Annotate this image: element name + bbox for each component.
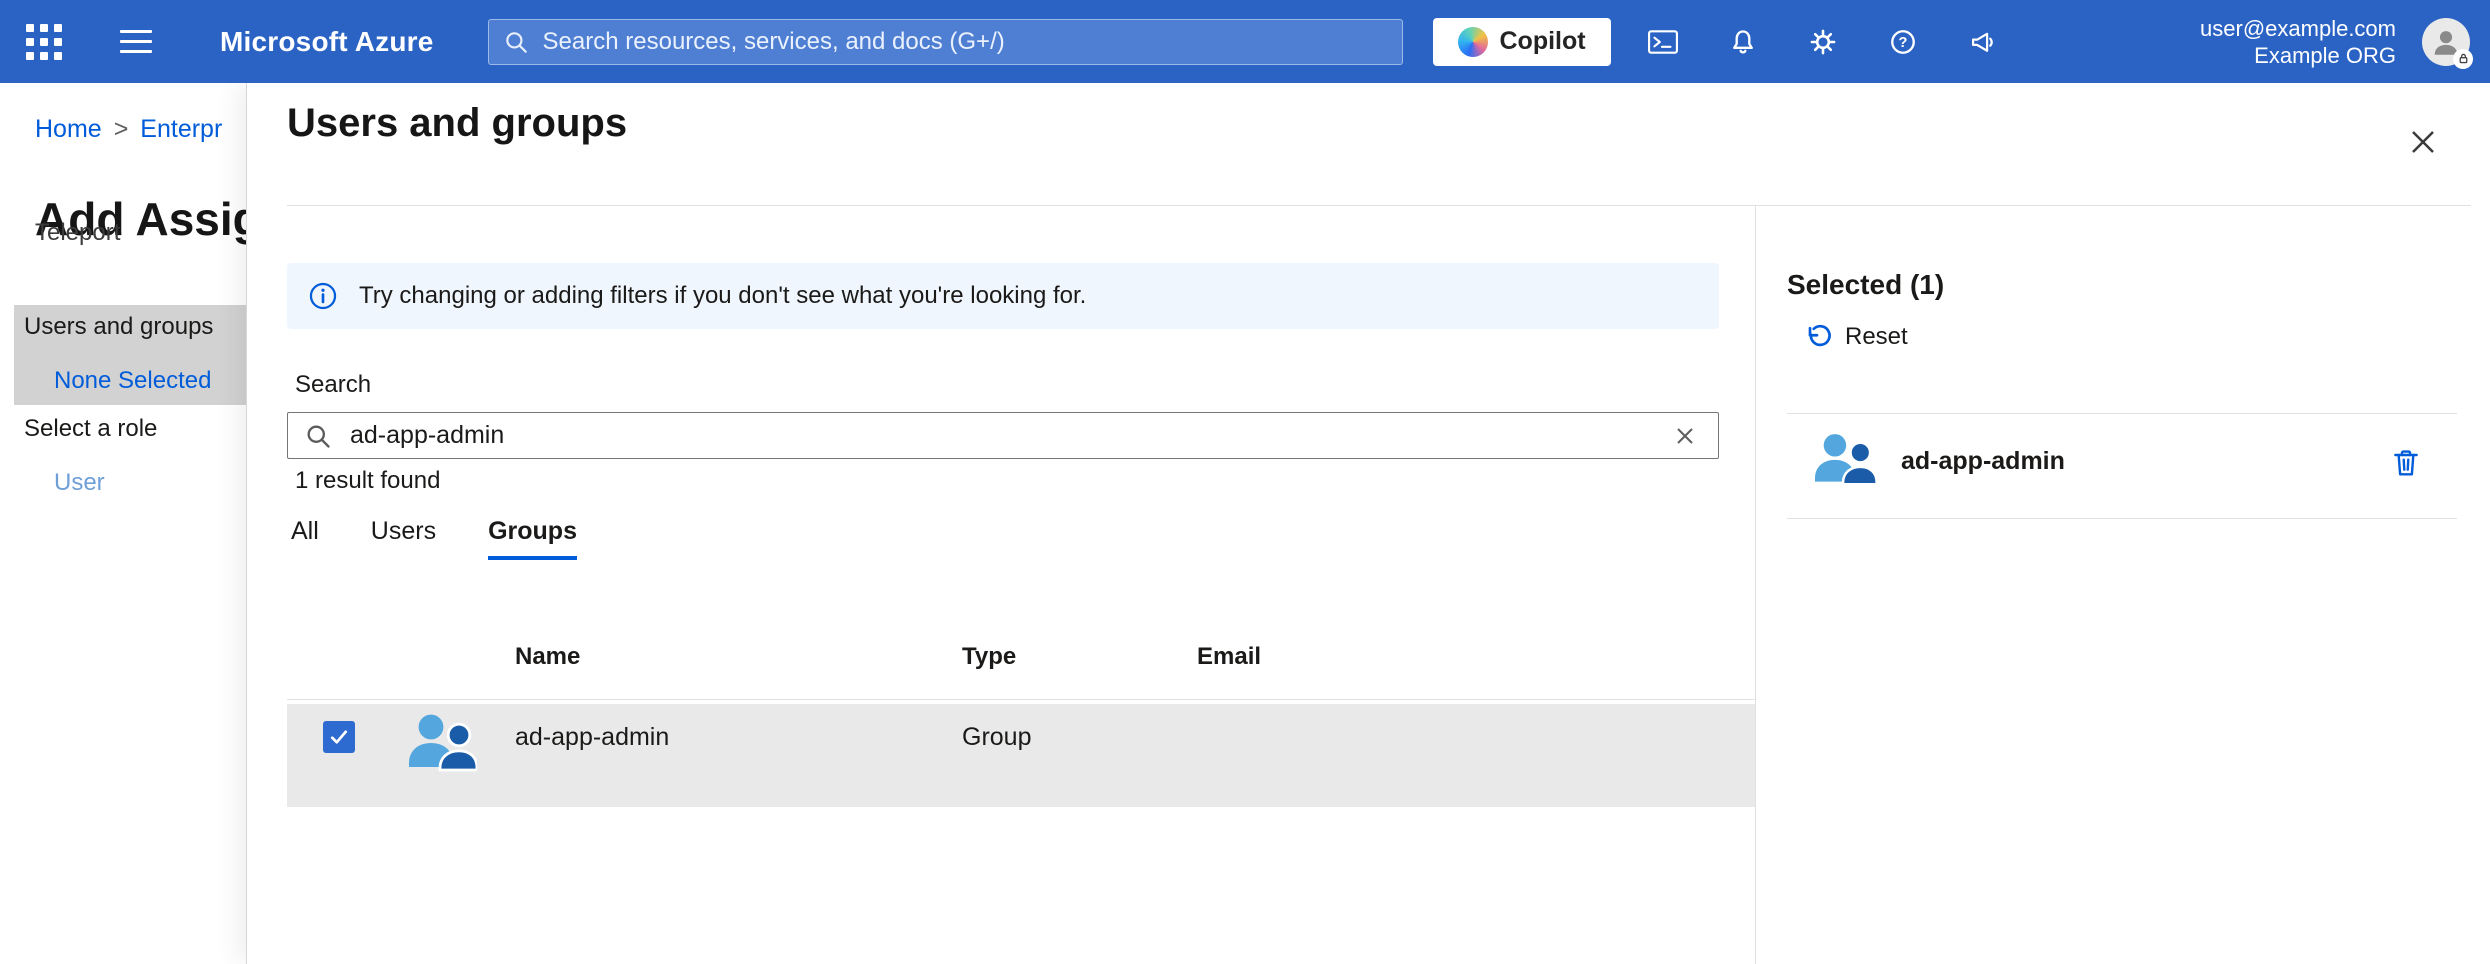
clear-x-icon <box>1673 424 1697 448</box>
table-header-divider <box>287 699 1755 700</box>
lock-icon <box>2453 49 2473 69</box>
trash-icon <box>2390 447 2422 479</box>
panel-search-box[interactable] <box>287 412 1719 459</box>
row-checkbox[interactable] <box>323 721 355 753</box>
bell-icon <box>1729 28 1757 56</box>
result-count: 1 result found <box>295 467 440 495</box>
column-header-name: Name <box>515 643 580 671</box>
hamburger-bars-icon <box>120 30 152 53</box>
users-groups-label: Users and groups <box>24 313 213 341</box>
breadcrumb-home-link[interactable]: Home <box>35 115 102 143</box>
search-label: Search <box>295 371 371 399</box>
checkmark-icon <box>327 725 351 749</box>
azure-top-bar: Microsoft Azure Copilot <box>0 0 2490 83</box>
row-name-cell: ad-app-admin <box>515 723 669 752</box>
group-icon <box>405 709 477 778</box>
global-search-input[interactable] <box>541 27 1388 57</box>
help-icon[interactable]: ? <box>1875 14 1931 70</box>
brand-title[interactable]: Microsoft Azure <box>220 26 434 58</box>
select-role-label: Select a role <box>24 415 157 443</box>
tab-users[interactable]: Users <box>371 517 436 560</box>
row-type-cell: Group <box>962 723 1031 752</box>
svg-text:?: ? <box>1898 35 1907 51</box>
waffle-grid-icon <box>26 24 62 60</box>
account-info[interactable]: user@example.com Example ORG <box>2200 15 2396 69</box>
remove-selected-button[interactable] <box>2386 443 2426 483</box>
selected-count-title: Selected (1) <box>1787 269 1944 301</box>
account-email: user@example.com <box>2200 15 2396 42</box>
page-subtitle: Teleport <box>35 219 120 247</box>
gear-icon <box>1809 28 1837 56</box>
reset-button[interactable]: Reset <box>1803 323 1908 351</box>
copilot-label: Copilot <box>1500 27 1586 56</box>
feedback-megaphone-icon[interactable] <box>1955 14 2011 70</box>
question-icon: ? <box>1889 28 1917 56</box>
column-header-email: Email <box>1197 643 1261 671</box>
title-divider <box>287 205 2471 206</box>
tab-groups[interactable]: Groups <box>488 517 577 560</box>
undo-reset-icon <box>1803 323 1831 351</box>
panel-title: Users and groups <box>287 101 627 146</box>
global-search[interactable] <box>488 19 1403 65</box>
clear-search-button[interactable] <box>1668 419 1702 453</box>
cloud-shell-icon[interactable] <box>1635 14 1691 70</box>
info-icon <box>309 282 337 310</box>
close-panel-button[interactable] <box>2401 120 2445 164</box>
users-groups-none-selected-link[interactable]: None Selected <box>54 367 211 395</box>
tab-all[interactable]: All <box>291 517 319 560</box>
column-header-type: Type <box>962 643 1016 671</box>
copilot-button[interactable]: Copilot <box>1433 18 1611 66</box>
role-user-link[interactable]: User <box>54 469 105 497</box>
account-org: Example ORG <box>2200 42 2396 69</box>
settings-gear-icon[interactable] <box>1795 14 1851 70</box>
selected-group-icon <box>1811 429 1877 492</box>
selected-divider-top <box>1787 413 2457 414</box>
filter-tabs: All Users Groups <box>291 517 577 560</box>
search-icon <box>503 29 529 55</box>
info-banner: Try changing or adding filters if you do… <box>287 263 1719 329</box>
breadcrumb-enterprise-link[interactable]: Enterpr <box>140 115 222 143</box>
copilot-icon <box>1458 27 1488 57</box>
terminal-icon <box>1648 29 1678 55</box>
app-launcher-icon[interactable] <box>16 14 72 70</box>
panel-search-input[interactable] <box>348 420 1668 451</box>
users-and-groups-panel: Users and groups Try changing or adding … <box>246 83 2490 964</box>
menu-hamburger-icon[interactable] <box>108 14 164 70</box>
notifications-bell-icon[interactable] <box>1715 14 1771 70</box>
breadcrumb-separator: > <box>114 115 129 143</box>
search-icon <box>304 422 332 450</box>
reset-label: Reset <box>1845 323 1908 351</box>
selected-item-name: ad-app-admin <box>1901 447 2065 476</box>
panel-vertical-divider <box>1755 205 1756 964</box>
breadcrumb: Home > Enterpr <box>35 115 222 144</box>
selected-divider-bottom <box>1787 518 2457 519</box>
info-banner-text: Try changing or adding filters if you do… <box>359 282 1086 310</box>
close-icon <box>2408 127 2438 157</box>
megaphone-icon <box>1969 28 1997 56</box>
avatar[interactable] <box>2422 18 2470 66</box>
table-row[interactable] <box>287 704 1755 807</box>
